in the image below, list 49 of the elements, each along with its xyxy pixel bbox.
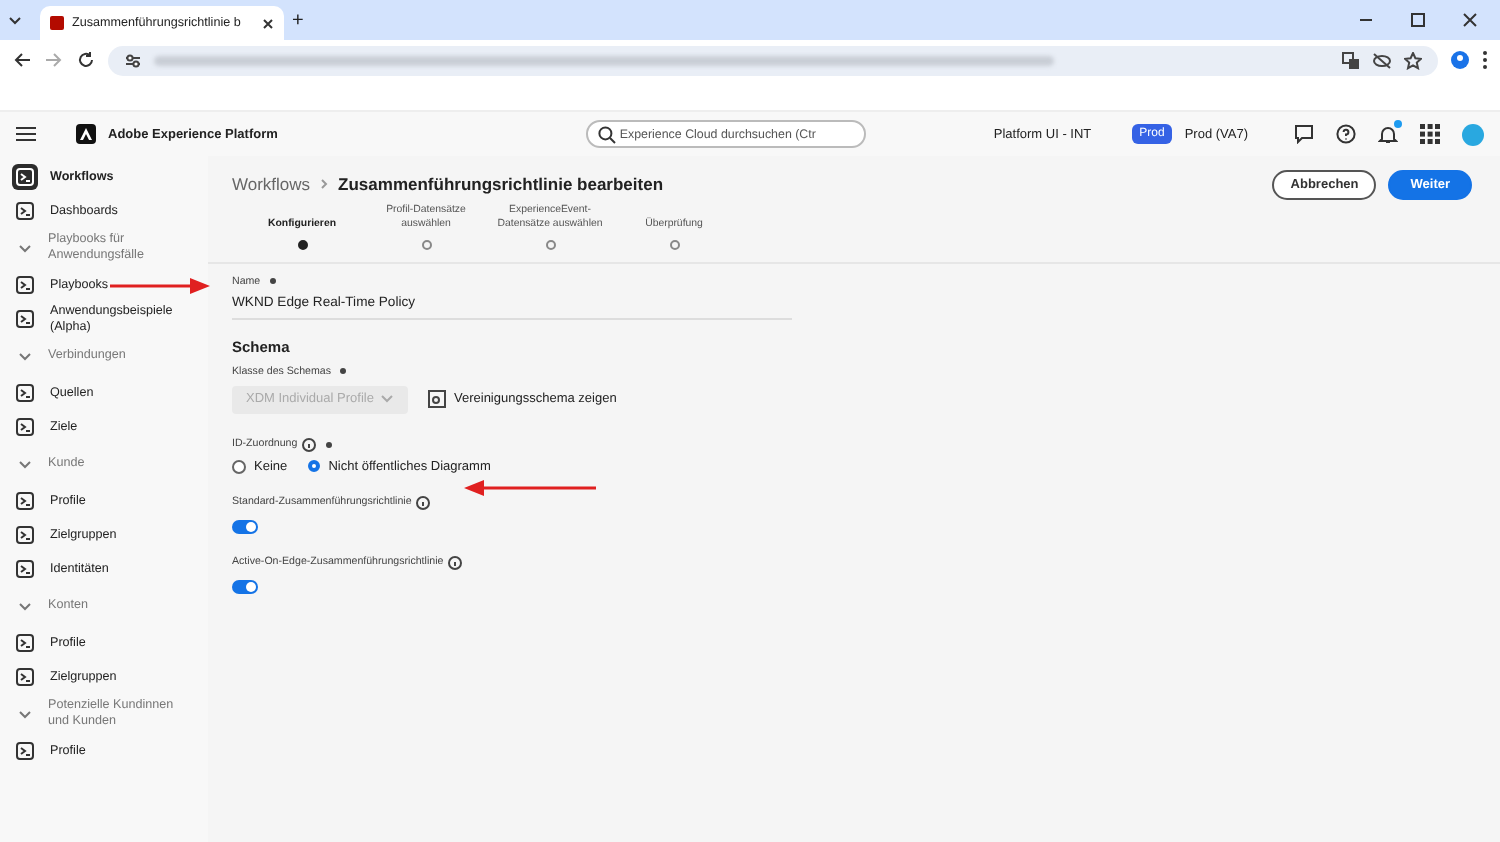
breadcrumb-link[interactable]: Workflows <box>232 174 311 194</box>
required-icon <box>340 368 347 375</box>
translate-icon[interactable] <box>1342 51 1360 69</box>
chevron-down-icon <box>18 351 32 361</box>
help-icon[interactable] <box>1336 124 1357 144</box>
chevron-right-icon <box>320 178 329 190</box>
chevron-down-icon <box>18 459 32 469</box>
terminal-icon <box>12 306 38 332</box>
apps-grid-icon[interactable] <box>1420 124 1441 144</box>
close-icon[interactable] <box>262 17 274 29</box>
page-title: Zusammenführungsrichtlinie bearbeiten <box>338 174 664 194</box>
chat-icon[interactable] <box>1294 124 1315 144</box>
terminal-icon <box>12 380 38 406</box>
chevron-down-icon <box>380 394 394 405</box>
site-settings-icon[interactable] <box>124 51 142 69</box>
terminal-icon <box>12 556 38 582</box>
star-icon[interactable] <box>1404 51 1422 69</box>
menu-icon[interactable] <box>16 126 36 142</box>
chevron-down-icon <box>18 709 32 719</box>
info-icon[interactable] <box>447 555 462 570</box>
info-icon[interactable] <box>301 437 316 452</box>
chevron-down-icon <box>18 243 32 253</box>
toggle-switch[interactable] <box>232 519 258 534</box>
required-icon <box>270 278 277 285</box>
terminal-icon <box>12 272 38 298</box>
terminal-icon <box>12 414 38 440</box>
notification-bell-icon[interactable] <box>1378 124 1399 144</box>
terminal-icon <box>12 198 38 224</box>
new-tab-button[interactable]: + <box>292 9 304 31</box>
annotation-arrow <box>464 480 596 496</box>
terminal-icon <box>12 630 38 656</box>
info-icon[interactable] <box>415 495 430 510</box>
profile-icon[interactable] <box>1450 50 1470 70</box>
terminal-icon <box>12 164 38 190</box>
avatar[interactable] <box>1462 123 1485 145</box>
eye-slash-icon[interactable] <box>1372 51 1392 69</box>
search-icon <box>597 125 616 143</box>
terminal-icon <box>12 664 38 690</box>
schema-preview-icon <box>428 390 446 409</box>
terminal-icon <box>12 738 38 764</box>
terminal-icon <box>12 522 38 548</box>
reload-icon[interactable] <box>76 50 96 70</box>
required-icon <box>325 441 332 448</box>
back-icon[interactable] <box>12 50 32 70</box>
terminal-icon <box>12 488 38 514</box>
kebab-menu-icon[interactable] <box>1482 50 1488 70</box>
toggle-switch[interactable] <box>232 579 258 594</box>
annotation-arrow <box>110 278 210 294</box>
chevron-down-icon <box>18 601 32 611</box>
